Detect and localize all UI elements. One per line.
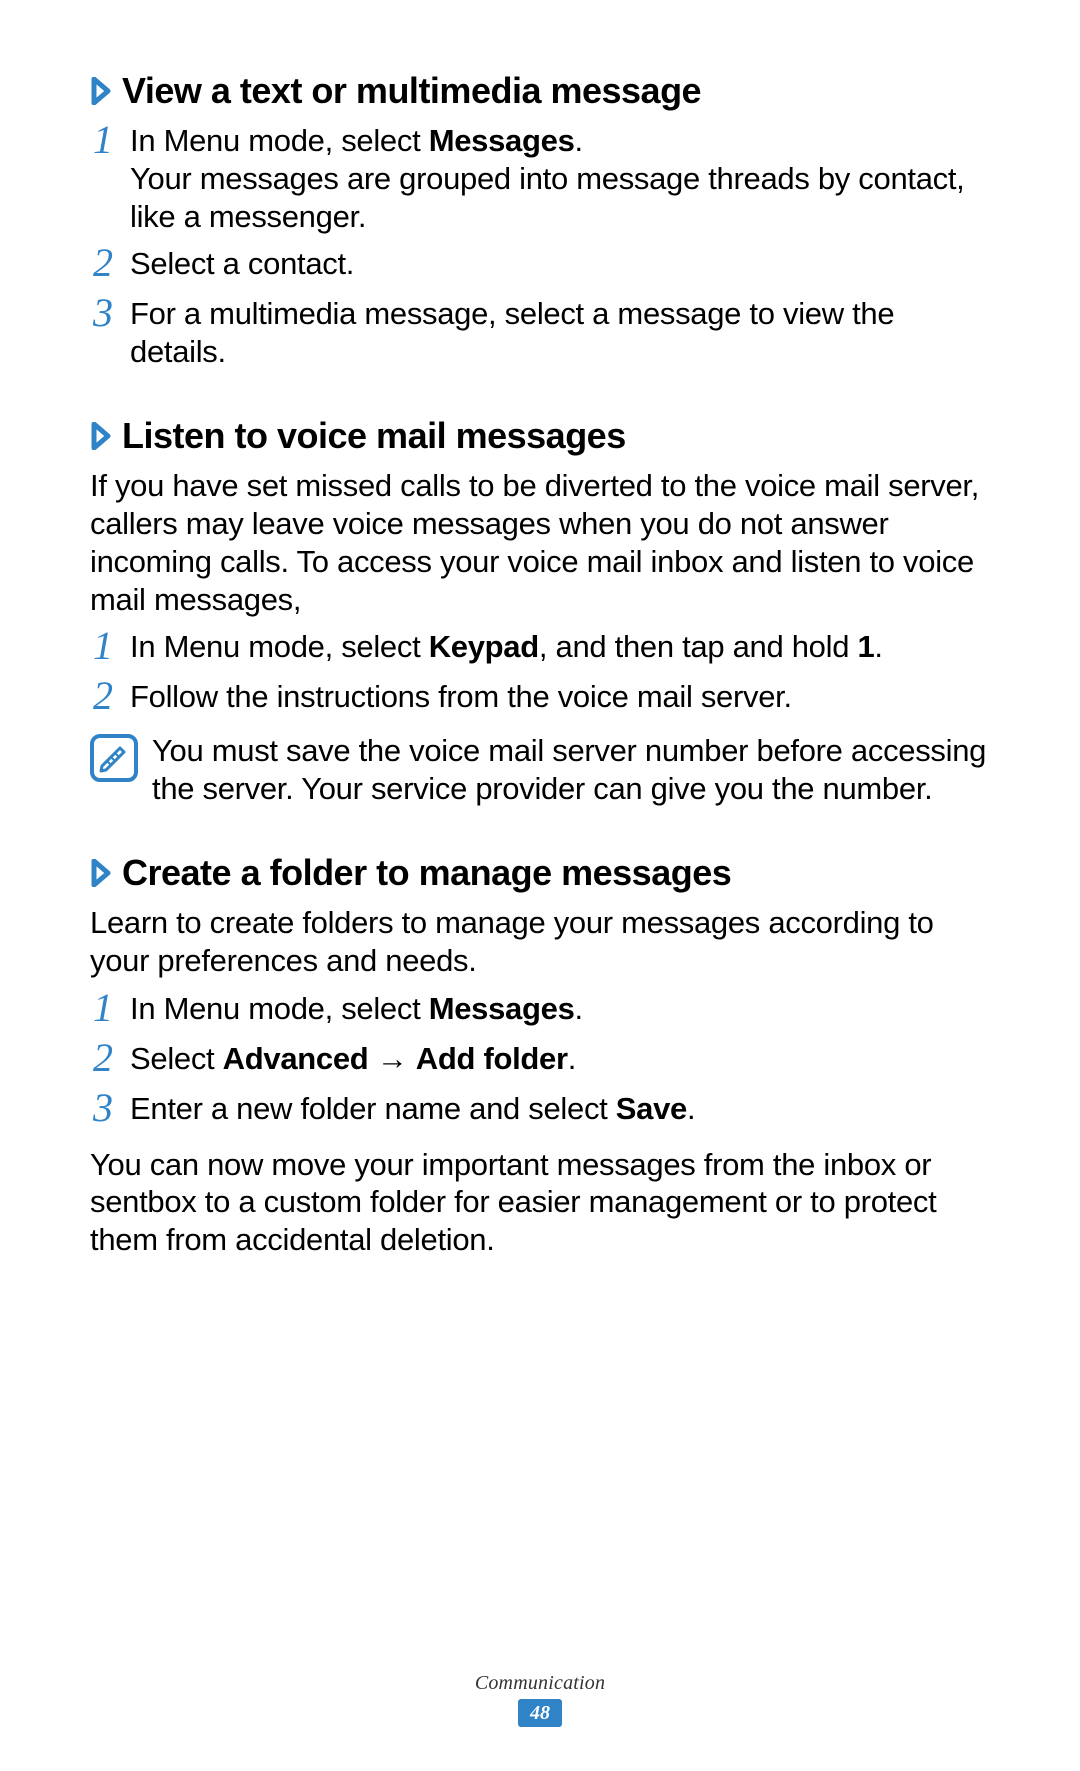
- step-item: 1 In Menu mode, select Messages.: [90, 990, 990, 1030]
- step-number: 2: [90, 676, 116, 716]
- step-body: For a multimedia message, select a messa…: [130, 295, 990, 371]
- note-block: You must save the voice mail server numb…: [90, 732, 990, 808]
- step-item: 2 Follow the instructions from the voice…: [90, 678, 990, 718]
- manual-page: View a text or multimedia message 1 In M…: [0, 0, 1080, 1771]
- section-heading: View a text or multimedia message: [90, 70, 990, 112]
- note-icon: [90, 734, 138, 782]
- step-item: 1 In Menu mode, select Keypad, and then …: [90, 628, 990, 668]
- section-outro: You can now move your important messages…: [90, 1146, 990, 1259]
- step-item: 3 Enter a new folder name and select Sav…: [90, 1090, 990, 1130]
- step-item: 1 In Menu mode, select Messages. Your me…: [90, 122, 990, 235]
- step-number: 1: [90, 120, 116, 160]
- step-number: 1: [90, 988, 116, 1028]
- step-body: In Menu mode, select Keypad, and then ta…: [130, 628, 990, 666]
- footer-chapter: Communication: [0, 1672, 1080, 1695]
- step-item: 2 Select a contact.: [90, 245, 990, 285]
- step-number: 1: [90, 626, 116, 666]
- note-text: You must save the voice mail server numb…: [152, 732, 990, 808]
- section-heading: Create a folder to manage messages: [90, 852, 990, 894]
- step-body: In Menu mode, select Messages. Your mess…: [130, 122, 990, 235]
- step-item: 2 Select Advanced → Add folder.: [90, 1040, 990, 1080]
- heading-text: View a text or multimedia message: [122, 70, 701, 112]
- step-number: 3: [90, 1088, 116, 1128]
- step-body: Select Advanced → Add folder.: [130, 1040, 990, 1078]
- section-intro: If you have set missed calls to be diver…: [90, 467, 990, 618]
- step-body: Follow the instructions from the voice m…: [130, 678, 990, 716]
- heading-text: Listen to voice mail messages: [122, 415, 626, 457]
- step-number: 2: [90, 243, 116, 283]
- page-number-badge: 48: [518, 1699, 562, 1727]
- page-footer: Communication 48: [0, 1672, 1080, 1727]
- chevron-icon: [90, 77, 116, 105]
- heading-text: Create a folder to manage messages: [122, 852, 731, 894]
- section-heading: Listen to voice mail messages: [90, 415, 990, 457]
- section-intro: Learn to create folders to manage your m…: [90, 904, 990, 980]
- step-item: 3 For a multimedia message, select a mes…: [90, 295, 990, 371]
- chevron-icon: [90, 422, 116, 450]
- step-body: In Menu mode, select Messages.: [130, 990, 990, 1028]
- step-body: Enter a new folder name and select Save.: [130, 1090, 990, 1128]
- step-number: 2: [90, 1038, 116, 1078]
- chevron-icon: [90, 859, 116, 887]
- step-number: 3: [90, 293, 116, 333]
- step-body: Select a contact.: [130, 245, 990, 283]
